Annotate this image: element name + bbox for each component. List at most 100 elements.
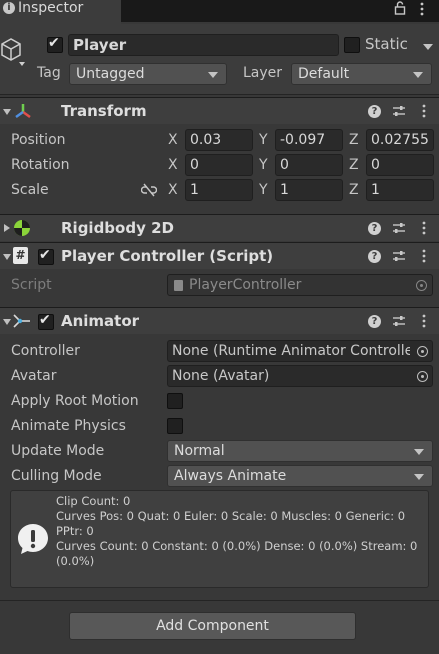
axis-z-label: Z xyxy=(349,132,359,148)
transform-title: Transform xyxy=(61,102,147,120)
info-line: PPtr: 0 xyxy=(56,524,94,538)
script-icon: # xyxy=(13,247,28,264)
rigidbody2d-icon xyxy=(14,220,30,236)
presets-icon[interactable] xyxy=(392,250,406,262)
object-picker-icon xyxy=(416,280,427,291)
tag-dropdown[interactable]: Untagged xyxy=(69,63,227,85)
tag-value: Untagged xyxy=(76,66,145,82)
axis-y-label: Y xyxy=(259,182,268,198)
help-icon[interactable]: ? xyxy=(368,222,381,235)
axis-x-label: X xyxy=(168,132,178,148)
culling-mode-label: Culling Mode xyxy=(11,468,102,484)
rigidbody2d-header[interactable]: Rigidbody 2D ? xyxy=(0,214,439,241)
animate-physics-checkbox[interactable] xyxy=(167,418,183,434)
axis-z-label: Z xyxy=(349,182,359,198)
presets-icon[interactable] xyxy=(392,222,406,234)
lock-icon[interactable] xyxy=(394,1,406,15)
animate-physics-label: Animate Physics xyxy=(11,418,126,434)
axis-z-label: Z xyxy=(349,157,359,173)
position-x-field[interactable]: 0.03 xyxy=(185,129,253,151)
chevron-down-icon xyxy=(208,72,218,78)
animator-icon xyxy=(13,314,30,328)
avatar-value: None (Avatar) xyxy=(172,368,270,384)
position-label: Position xyxy=(11,132,66,148)
script-field: PlayerController xyxy=(167,274,433,296)
more-menu-icon[interactable] xyxy=(422,221,426,235)
chevron-down-icon xyxy=(413,72,423,78)
transform-icon xyxy=(15,104,31,119)
rotation-y-field[interactable]: 0 xyxy=(275,154,343,176)
tag-label: Tag xyxy=(37,65,61,81)
scale-y-field[interactable]: 1 xyxy=(275,179,343,201)
info-line: (0.0%) xyxy=(56,554,95,568)
more-menu-icon[interactable] xyxy=(420,2,424,16)
culling-mode-dropdown[interactable]: Always Animate xyxy=(167,465,433,487)
scale-z-field[interactable]: 1 xyxy=(366,179,434,201)
static-label: Static xyxy=(365,35,408,53)
info-line: Curves Pos: 0 Quat: 0 Euler: 0 Scale: 0 … xyxy=(56,509,406,523)
script-file-icon xyxy=(174,280,183,291)
controller-label: Controller xyxy=(11,343,80,359)
object-picker-icon[interactable] xyxy=(417,371,428,382)
cube-icon[interactable] xyxy=(0,36,26,72)
foldout-icon xyxy=(3,109,11,115)
scale-x-field[interactable]: 1 xyxy=(185,179,253,201)
script-value: PlayerController xyxy=(189,277,302,293)
tab-inspector[interactable]: i Inspector xyxy=(0,0,121,24)
presets-icon[interactable] xyxy=(392,105,406,117)
presets-icon[interactable] xyxy=(392,315,406,327)
axis-y-label: Y xyxy=(259,132,268,148)
help-icon[interactable]: ? xyxy=(368,315,381,328)
info-icon: i xyxy=(3,2,15,14)
rotation-x-field[interactable]: 0 xyxy=(185,154,253,176)
avatar-label: Avatar xyxy=(11,368,57,384)
info-warning-icon xyxy=(18,524,48,554)
player-controller-enabled-checkbox[interactable] xyxy=(38,247,54,265)
rotation-label: Rotation xyxy=(11,157,70,173)
scale-label: Scale xyxy=(11,182,49,198)
position-z-field[interactable]: 0.02755 xyxy=(366,129,434,151)
foldout-icon xyxy=(4,224,10,232)
chevron-down-icon xyxy=(414,474,424,480)
name-field[interactable]: Player xyxy=(68,34,339,56)
animator-title: Animator xyxy=(61,312,140,330)
update-mode-dropdown[interactable]: Normal xyxy=(167,440,433,462)
axis-x-label: X xyxy=(168,157,178,173)
static-checkbox[interactable] xyxy=(344,37,360,53)
axis-x-label: X xyxy=(168,182,178,198)
rotation-z-field[interactable]: 0 xyxy=(366,154,434,176)
info-line: Curves Count: 0 Constant: 0 (0.0%) Dense… xyxy=(56,539,418,553)
position-y-field[interactable]: -0.097 xyxy=(275,129,343,151)
active-checkbox[interactable] xyxy=(47,35,63,53)
controller-value: None (Runtime Animator Controlle xyxy=(172,343,410,359)
constrain-proportions-icon[interactable] xyxy=(141,183,157,197)
animator-info-box: Clip Count: 0 Curves Pos: 0 Quat: 0 Eule… xyxy=(10,490,429,588)
layer-dropdown[interactable]: Default xyxy=(291,63,432,85)
apply-root-motion-checkbox[interactable] xyxy=(167,393,183,409)
more-menu-icon[interactable] xyxy=(422,314,426,328)
add-component-button[interactable]: Add Component xyxy=(69,612,356,640)
animator-header[interactable]: Animator ? xyxy=(0,307,439,334)
controller-field[interactable]: None (Runtime Animator Controlle xyxy=(167,340,433,362)
chevron-down-icon xyxy=(414,449,424,455)
static-dropdown-icon[interactable] xyxy=(423,44,433,50)
object-picker-icon[interactable] xyxy=(417,346,428,357)
layer-value: Default xyxy=(298,66,350,82)
avatar-field[interactable]: None (Avatar) xyxy=(167,365,433,387)
transform-header[interactable]: Transform ? xyxy=(0,97,439,124)
rigidbody2d-title: Rigidbody 2D xyxy=(61,219,174,237)
help-icon[interactable]: ? xyxy=(368,250,381,263)
player-controller-header[interactable]: # Player Controller (Script) ? xyxy=(0,242,439,269)
script-label: Script xyxy=(11,277,52,293)
more-menu-icon[interactable] xyxy=(422,104,426,118)
culling-mode-value: Always Animate xyxy=(174,468,287,484)
more-menu-icon[interactable] xyxy=(422,249,426,263)
animator-enabled-checkbox[interactable] xyxy=(38,312,54,330)
axis-y-label: Y xyxy=(259,157,268,173)
layer-label: Layer xyxy=(243,65,283,81)
divider xyxy=(0,600,439,601)
apply-root-motion-label: Apply Root Motion xyxy=(11,393,139,409)
foldout-icon xyxy=(3,254,11,260)
help-icon[interactable]: ? xyxy=(368,105,381,118)
info-text: Clip Count: 0 Curves Pos: 0 Quat: 0 Eule… xyxy=(56,494,426,569)
